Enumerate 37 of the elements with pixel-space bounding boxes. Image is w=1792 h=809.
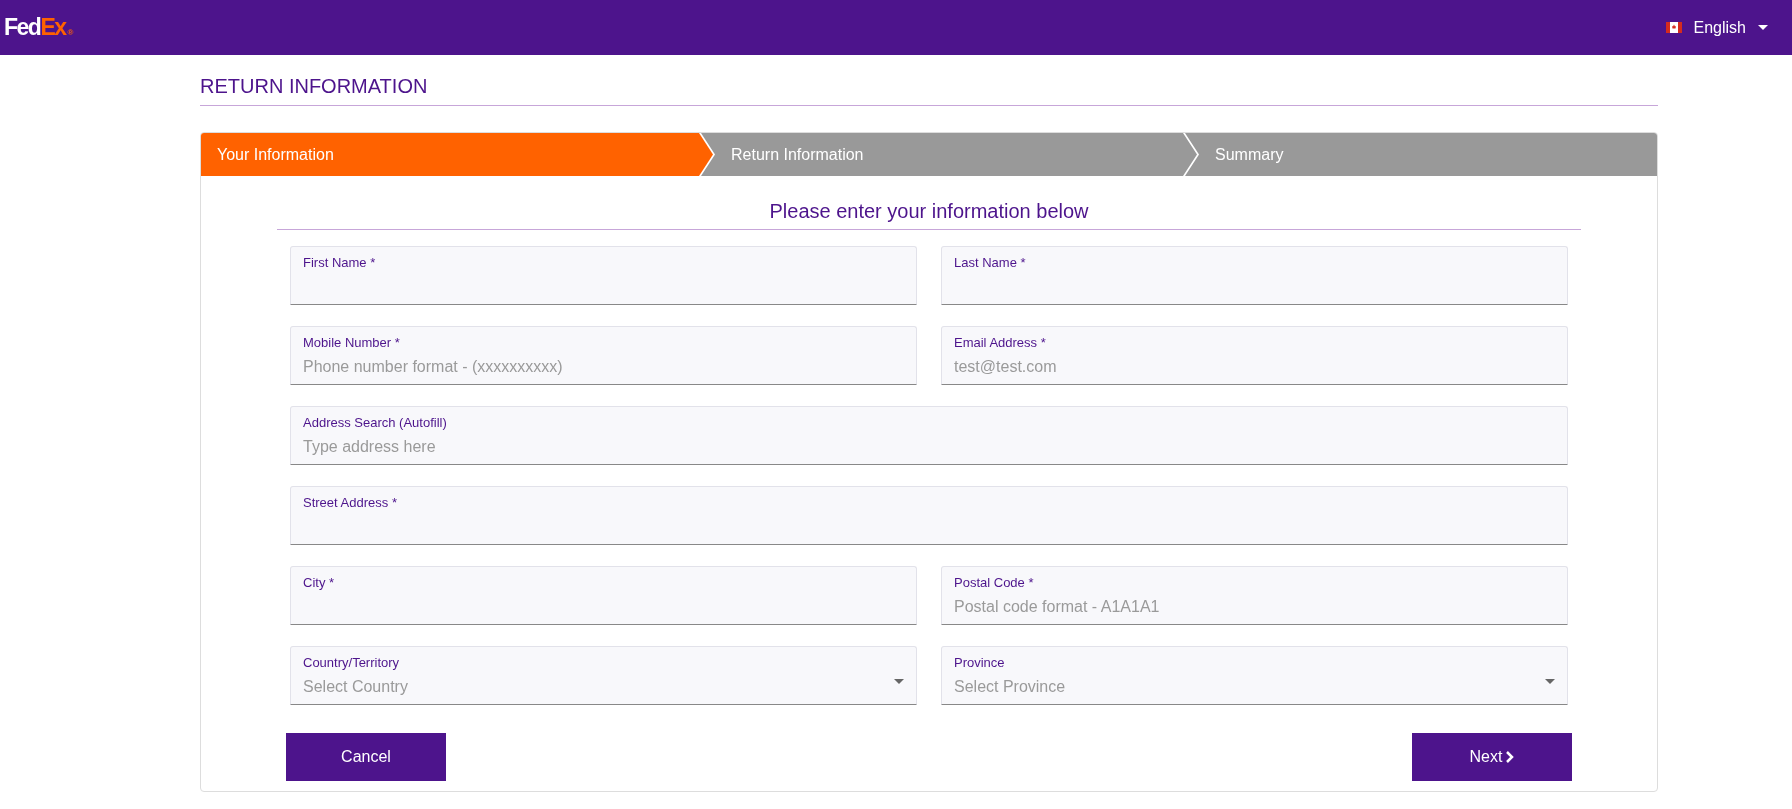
field-label: Country/Territory [303,654,401,672]
input-field[interactable]: Street Address * [290,486,1568,545]
field-placeholder: Select Province [954,677,1067,697]
field-label: Address Search (Autofill) [303,414,448,432]
input-field[interactable]: First Name * [290,246,917,305]
select-field[interactable]: Province Select Province [941,646,1568,705]
input-field[interactable]: Last Name * [941,246,1568,305]
input-field[interactable]: Postal Code * Postal code format - A1A1A1 [941,566,1568,625]
chevron-right-icon [1506,751,1515,763]
field-placeholder: Type address here [303,437,437,457]
form-heading: Please enter your information below [277,196,1581,230]
input-field[interactable]: Mobile Number * Phone number format - (xxxxxxxxxx) [290,326,917,385]
dropdown-caret-icon [894,678,904,684]
field-label: Postal Code * [954,574,1035,592]
input-field[interactable]: Address Search (Autofill) Type address here [290,406,1568,465]
caret-icon [1758,25,1768,30]
page-title: RETURN INFORMATION [200,71,1658,106]
input-field[interactable]: Email Address * test@test.com [941,326,1568,385]
logo[interactable]: FedEx® [4,16,74,39]
field-placeholder: test@test.com [954,357,1058,377]
field-label: City * [303,574,336,592]
field-label: Street Address * [303,494,398,512]
field-label: Last Name * [954,254,1027,272]
language-selector[interactable]: English [1665,15,1768,40]
dropdown-caret-icon [1545,678,1555,684]
field-label: Email Address * [954,334,1047,352]
field-label: Province [954,654,1006,672]
field-placeholder: Phone number format - (xxxxxxxxxx) [303,357,564,377]
next-button[interactable]: Next [1412,733,1572,781]
input-field[interactable]: City * [290,566,917,625]
canada-flag-icon [1665,22,1682,33]
field-placeholder: Select Country [303,677,409,697]
field-placeholder: Postal code format - A1A1A1 [954,597,1161,617]
cancel-button[interactable]: Cancel [286,733,446,781]
field-label: First Name * [303,254,377,272]
select-field[interactable]: Country/Territory Select Country [290,646,917,705]
field-label: Mobile Number * [303,334,401,352]
